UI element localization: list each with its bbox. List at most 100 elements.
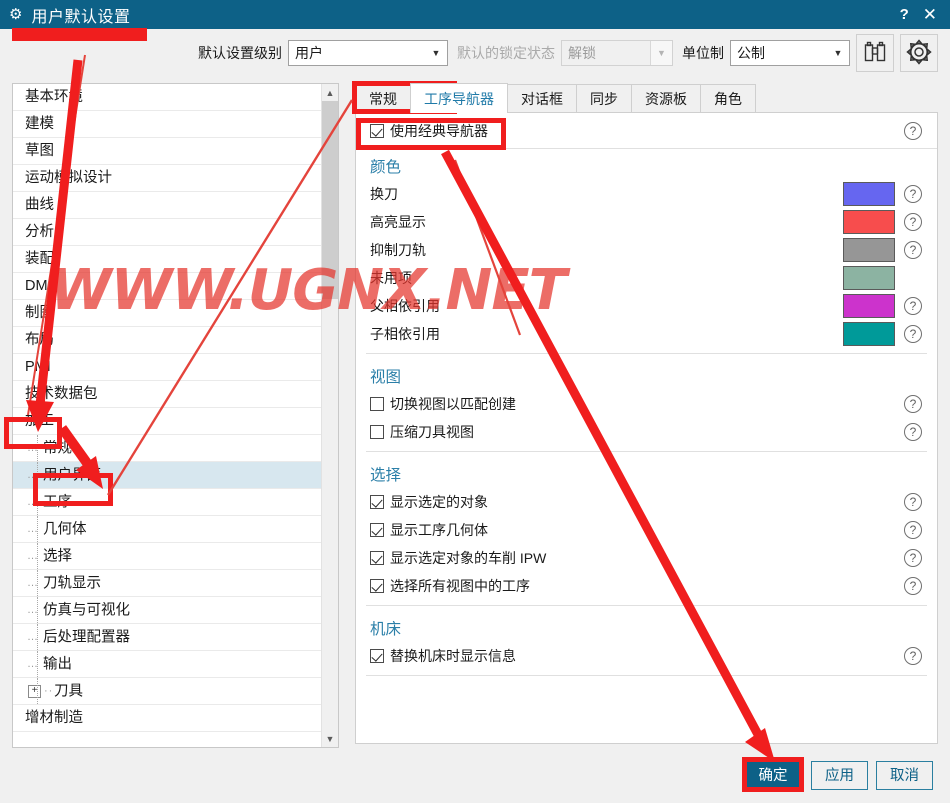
tree-item[interactable]: … 选择 [13, 543, 321, 570]
help-icon[interactable]: ? [904, 493, 922, 511]
tab-4[interactable]: 资源板 [631, 84, 701, 113]
color-swatch[interactable] [843, 322, 895, 346]
tree-item[interactable]: … 几何体 [13, 516, 321, 543]
tree-item[interactable]: 运动模拟设计 [13, 165, 321, 192]
color-swatch[interactable] [843, 294, 895, 318]
expand-icon[interactable]: + [28, 685, 41, 698]
help-icon[interactable] [904, 269, 922, 287]
tree-item[interactable]: … 常规 [13, 435, 321, 462]
help-icon[interactable]: ? [904, 549, 922, 567]
help-icon[interactable]: ? [904, 577, 922, 595]
tab-1[interactable]: 工序导航器 [410, 83, 508, 113]
checkbox[interactable] [370, 649, 384, 663]
help-icon[interactable]: ? [904, 121, 922, 140]
dialog-footer: 确定 应用 取消 [0, 752, 950, 803]
tab-5[interactable]: 角色 [700, 84, 756, 113]
tree-item[interactable]: … 用户界面 [13, 462, 321, 489]
scrollbar-thumb[interactable] [322, 101, 338, 299]
classic-navigator-row[interactable]: 使用经典导航器 ? [356, 113, 937, 149]
color-swatch[interactable] [843, 238, 895, 262]
tree-item[interactable]: PMI [13, 354, 321, 381]
settings-button[interactable] [900, 34, 938, 72]
tree-item[interactable]: … 仿真与可视化 [13, 597, 321, 624]
checkbox-setting-row[interactable]: 显示工序几何体? [356, 516, 937, 544]
help-icon[interactable]: ? [904, 185, 922, 203]
scrollbar-track[interactable] [322, 101, 338, 730]
scroll-down-icon[interactable]: ▼ [322, 730, 338, 747]
tree-item[interactable]: 布局 [13, 327, 321, 354]
tree-item[interactable]: 曲线 [13, 192, 321, 219]
settings-tree[interactable]: 基本环境 建模 草图 运动模拟设计 曲线 分析 装配 DMU 制图 布局 PMI 技术数据包加工 … 常规… [13, 84, 321, 747]
checkbox[interactable] [370, 495, 384, 509]
checkbox-setting-row[interactable]: 显示选定的对象? [356, 488, 937, 516]
tree-item[interactable]: … 工序 [13, 489, 321, 516]
checkbox[interactable] [370, 397, 384, 411]
color-setting-row[interactable]: 父相依引用? [356, 292, 937, 320]
help-icon[interactable]: ? [904, 297, 922, 315]
cancel-button[interactable]: 取消 [876, 761, 933, 790]
color-setting-row[interactable]: 抑制刀轨? [356, 236, 937, 264]
tree-scrollbar[interactable]: ▲ ▼ [321, 84, 338, 747]
checkbox-setting-row[interactable]: 选择所有视图中的工序? [356, 572, 937, 600]
tree-item[interactable]: 基本环境 [13, 84, 321, 111]
tree-item-label: 刀轨显示 [43, 575, 101, 592]
tree-item[interactable]: 增材制造 [13, 705, 321, 732]
tree-item-label: 技术数据包 [25, 386, 98, 402]
default-level-combo[interactable]: 用户 ▼ [288, 40, 448, 66]
color-swatch[interactable] [843, 266, 895, 290]
classic-navigator-checkbox[interactable] [370, 123, 384, 138]
help-icon[interactable]: ? [904, 647, 922, 665]
divider [366, 675, 927, 676]
checkbox[interactable] [370, 425, 384, 439]
units-label: 单位制 [682, 45, 724, 61]
checkbox-setting-row[interactable]: 替换机床时显示信息? [356, 642, 937, 670]
checkbox-setting-row[interactable]: 压缩刀具视图? [356, 418, 937, 446]
tree-item[interactable]: 加工 [13, 408, 321, 435]
tree-branch-icon: … [27, 550, 39, 562]
units-combo[interactable]: 公制 ▼ [730, 40, 850, 66]
tree-item[interactable]: 草图 [13, 138, 321, 165]
help-icon[interactable]: ? [904, 213, 922, 231]
color-setting-row[interactable]: 高亮显示? [356, 208, 937, 236]
group-title: 颜色 [370, 159, 402, 176]
default-level-value: 用户 [295, 45, 323, 61]
color-swatch[interactable] [843, 182, 895, 206]
checkbox[interactable] [370, 523, 384, 537]
panel-tabs[interactable]: 常规 工序导航器 对话框 同步 资源板 角色 [355, 83, 938, 113]
tree-item[interactable]: 装配 [13, 246, 321, 273]
help-button[interactable]: ? [900, 7, 909, 22]
tree-item[interactable]: + ·· 刀具 [13, 678, 321, 705]
apply-button[interactable]: 应用 [811, 761, 868, 790]
color-setting-row[interactable]: 未用项 [356, 264, 937, 292]
help-icon[interactable]: ? [904, 423, 922, 441]
tab-0[interactable]: 常规 [355, 84, 411, 113]
tree-item[interactable]: … 输出 [13, 651, 321, 678]
tree-item[interactable]: 制图 [13, 300, 321, 327]
find-button[interactable] [856, 34, 894, 72]
checkbox-setting-row[interactable]: 切换视图以匹配创建? [356, 390, 937, 418]
tab-3[interactable]: 同步 [576, 84, 632, 113]
close-icon[interactable]: ✕ [923, 6, 937, 23]
tree-item[interactable]: … 后处理配置器 [13, 624, 321, 651]
tree-item[interactable]: … 刀轨显示 [13, 570, 321, 597]
tree-item[interactable]: 建模 [13, 111, 321, 138]
tree-item[interactable]: DMU [13, 273, 321, 300]
checkbox-setting-row[interactable]: 显示选定对象的车削 IPW? [356, 544, 937, 572]
color-setting-row[interactable]: 子相依引用? [356, 320, 937, 348]
color-swatch[interactable] [843, 210, 895, 234]
help-icon[interactable]: ? [904, 395, 922, 413]
tab-2[interactable]: 对话框 [507, 84, 577, 113]
checkbox[interactable] [370, 551, 384, 565]
tree-item[interactable]: 分析 [13, 219, 321, 246]
help-icon[interactable]: ? [904, 521, 922, 539]
setting-label: 显示工序几何体 [390, 522, 488, 538]
ok-button[interactable]: 确定 [742, 761, 804, 790]
scroll-up-icon[interactable]: ▲ [322, 84, 338, 101]
color-setting-row[interactable]: 换刀? [356, 180, 937, 208]
help-icon[interactable]: ? [904, 325, 922, 343]
checkbox[interactable] [370, 579, 384, 593]
tree-guide-line [37, 597, 39, 623]
help-icon[interactable]: ? [904, 241, 922, 259]
tree-item[interactable]: 技术数据包 [13, 381, 321, 408]
setting-label: 选择所有视图中的工序 [390, 578, 530, 594]
